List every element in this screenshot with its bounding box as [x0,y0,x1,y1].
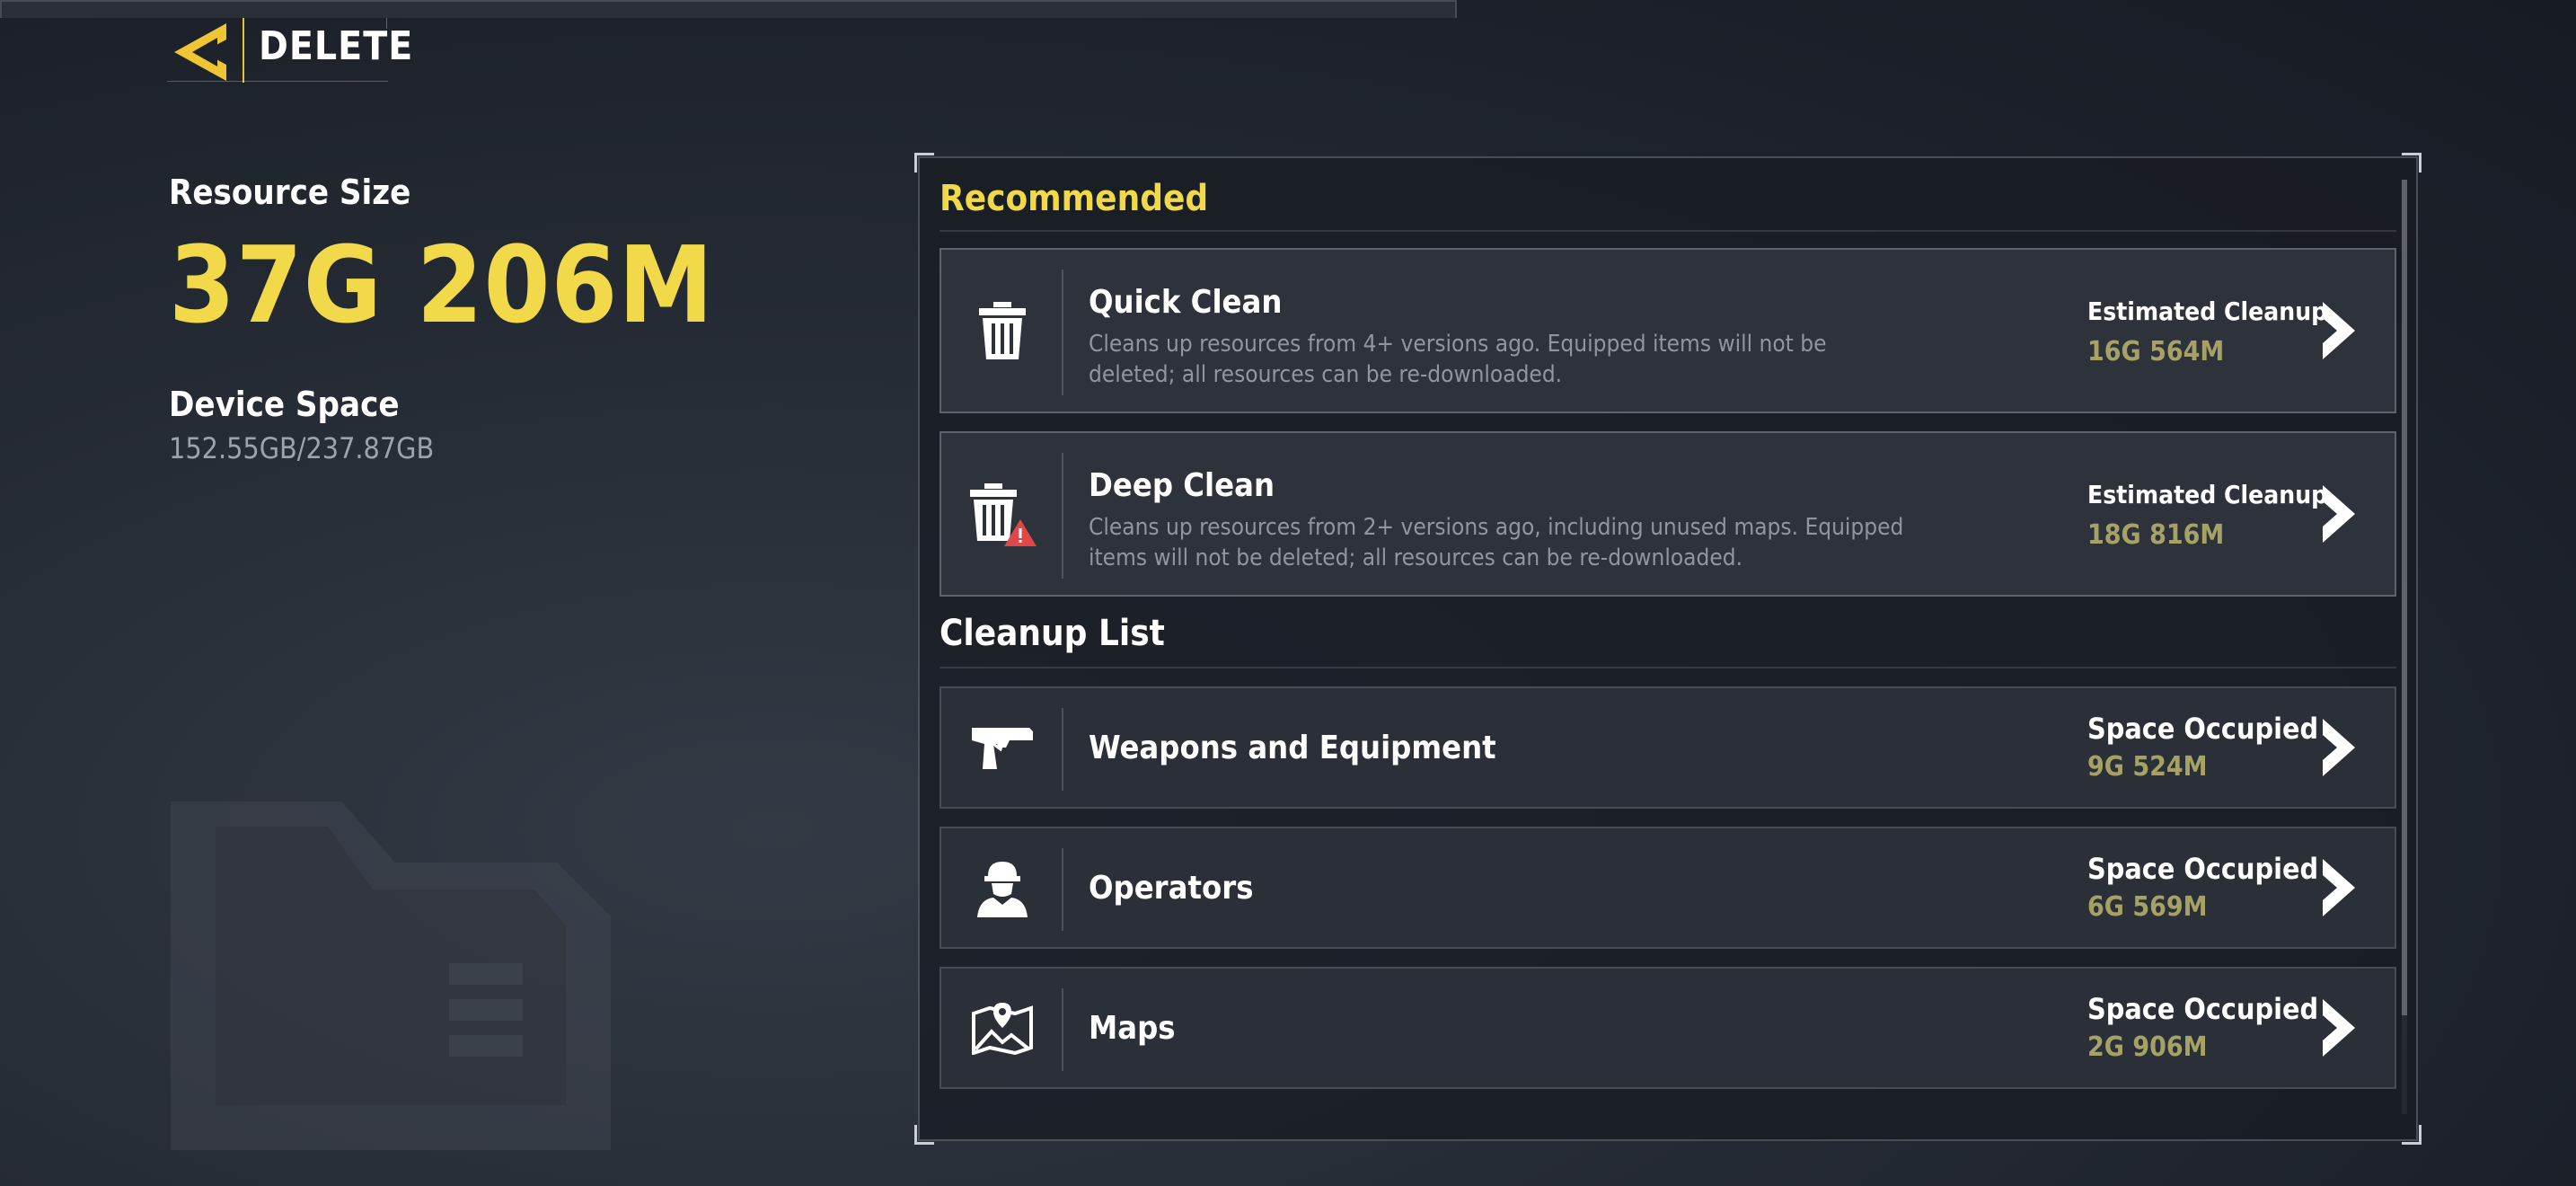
list-item-partial[interactable] [0,0,1457,18]
icon-box [941,688,1063,807]
icon-box [941,969,1063,1087]
deep-clean-card[interactable]: Deep Clean Cleans up resources from 2+ v… [940,431,2396,597]
weapons-equipment-item[interactable]: Weapons and Equipment Space Occupied 9G … [940,686,2396,809]
icon-separator [1062,270,1063,395]
section-divider [940,230,2396,232]
trash-icon [979,302,1026,359]
panel-corner [914,153,934,173]
back-chevron-icon [174,23,226,81]
quick-clean-meta-value: 16G 564M [2087,336,2225,367]
icon-separator [1062,453,1063,579]
maps-item[interactable]: Maps Space Occupied 2G 906M [940,967,2396,1089]
deep-clean-meta-label: Estimated Cleanup [2087,480,2328,509]
chevron-right-icon [2323,999,2355,1057]
back-button[interactable] [167,18,239,86]
icon-separator [1062,848,1063,931]
maps-meta-value: 2G 906M [2087,1031,2208,1063]
trash-warning-icon [970,483,1037,546]
title-tick [386,18,387,29]
quick-clean-meta-label: Estimated Cleanup [2087,296,2328,326]
icon-box [941,433,1063,595]
page-title: DELETE [259,23,414,69]
pistol-icon [972,728,1033,769]
weapons-meta-label: Space Occupied [2087,712,2319,746]
quick-clean-title: Quick Clean [1089,284,1283,321]
operators-meta-value: 6G 569M [2087,891,2208,923]
folder-decoration-icon [171,801,611,1150]
quick-clean-card[interactable]: Quick Clean Cleans up resources from 4+ … [940,248,2396,413]
icon-separator [1062,988,1063,1071]
deep-clean-meta-value: 18G 816M [2087,519,2225,551]
title-underline [167,81,388,82]
maps-title: Maps [1089,1010,1176,1047]
icon-separator [1062,708,1063,791]
icon-box [941,250,1063,412]
device-space-value: 152.55GB/237.87GB [169,431,435,465]
weapons-meta-value: 9G 524M [2087,751,2208,783]
operators-meta-label: Space Occupied [2087,852,2319,886]
quick-clean-description: Cleans up resources from 4+ versions ago… [1089,331,1827,388]
operators-item[interactable]: Operators Space Occupied 6G 569M [940,827,2396,949]
resource-size-label: Resource Size [169,173,411,212]
device-space-label: Device Space [169,385,400,424]
panel-corner [2402,1125,2422,1145]
chevron-right-icon [2323,719,2355,776]
chevron-right-icon [2323,302,2355,359]
chevron-right-icon [2323,485,2355,543]
panel-corner [2402,153,2422,173]
panel-corner [914,1125,934,1145]
map-icon [972,1003,1033,1055]
maps-meta-label: Space Occupied [2087,992,2319,1026]
scrollbar-thumb[interactable] [2402,180,2407,1015]
deep-clean-description: Cleans up resources from 2+ versions ago… [1089,514,1904,571]
recommended-heading: Recommended [940,178,1209,219]
chevron-right-icon [2323,859,2355,916]
deep-clean-title: Deep Clean [1089,467,1275,504]
section-divider [940,667,2396,668]
icon-box [941,828,1063,947]
header-divider [243,18,244,83]
resource-size-value: 37G 206M [169,223,715,347]
operator-icon [977,862,1028,917]
weapons-equipment-title: Weapons and Equipment [1089,730,1496,766]
operators-title: Operators [1089,870,1254,907]
cleanup-list-heading: Cleanup List [940,613,1165,654]
